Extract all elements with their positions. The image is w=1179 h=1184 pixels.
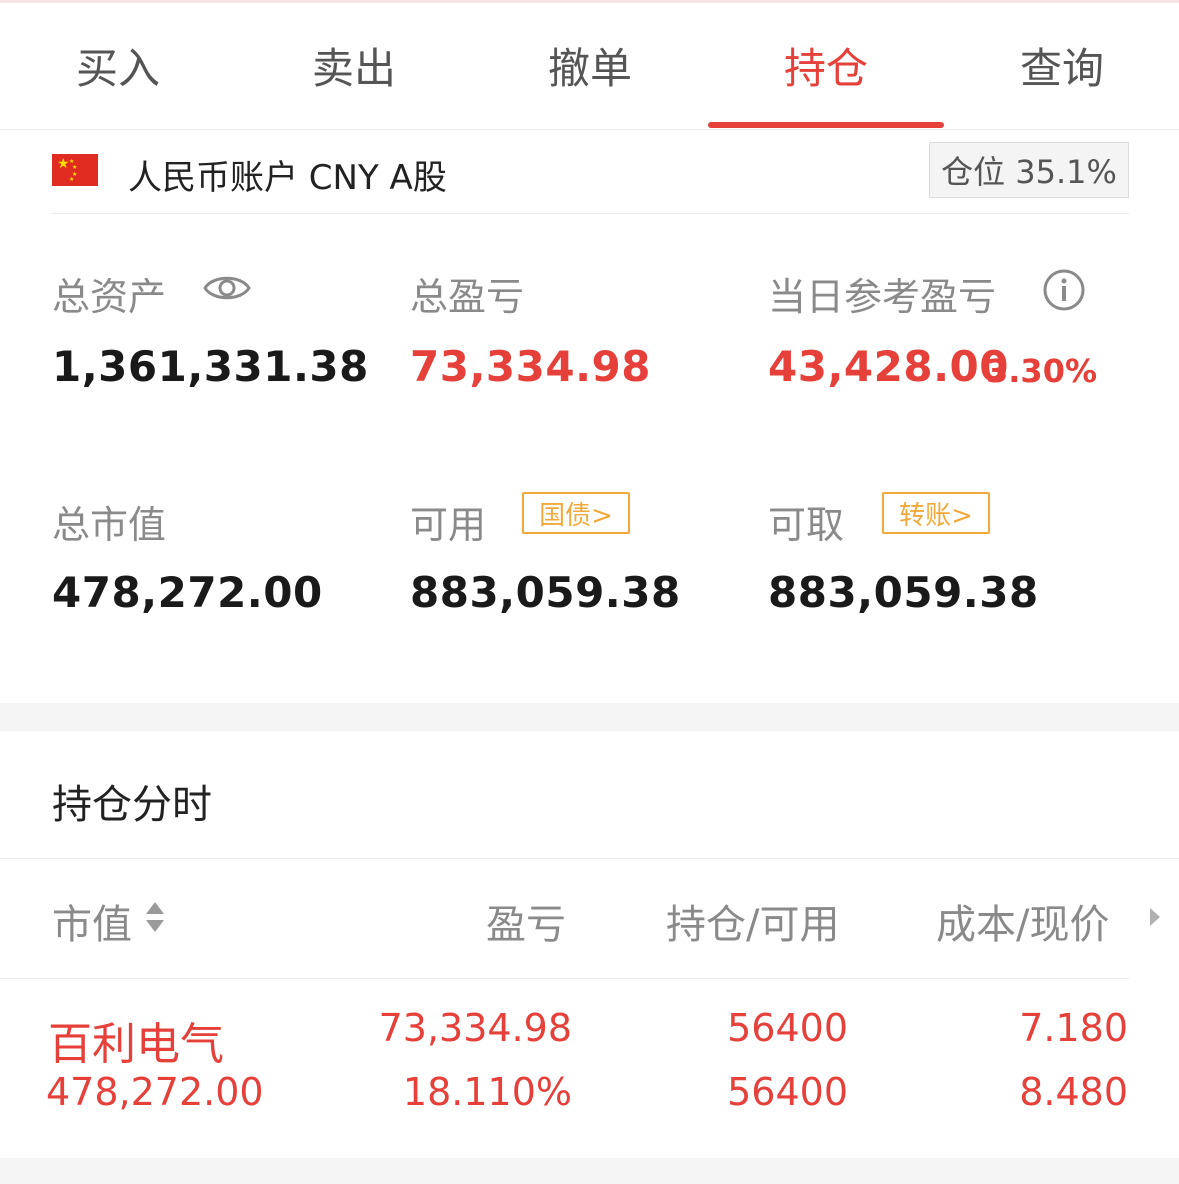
total-assets-label: 总资产 bbox=[52, 275, 167, 319]
info-icon[interactable] bbox=[1042, 268, 1086, 312]
tab-bar: 买入 卖出 撤单 持仓 查询 bbox=[0, 0, 1179, 130]
withdrawable-value: 883,059.38 bbox=[768, 568, 1039, 617]
daily-pnl-value: 43,428.00 bbox=[768, 342, 1009, 391]
chevron-right-icon[interactable] bbox=[1148, 906, 1162, 928]
withdrawable-label: 可取 bbox=[768, 503, 845, 547]
total-assets-value: 1,361,331.38 bbox=[52, 342, 369, 391]
total-pnl-label: 总盈亏 bbox=[410, 275, 525, 319]
stock-market-value: 478,272.00 bbox=[46, 1070, 264, 1114]
china-flag-icon: ★ ★ ★ ★ ★ bbox=[52, 154, 98, 186]
header-pnl: 盈亏 bbox=[486, 902, 566, 948]
section-separator bbox=[0, 703, 1179, 731]
tab-cancel[interactable]: 撤单 bbox=[472, 0, 708, 130]
available-label: 可用 bbox=[410, 503, 487, 547]
bottom-separator bbox=[0, 1158, 1179, 1184]
stock-pnl-percent: 18.110% bbox=[402, 1070, 572, 1114]
stock-position: 56400 bbox=[727, 1006, 848, 1050]
daily-pnl-label: 当日参考盈亏 bbox=[768, 275, 997, 319]
eye-icon[interactable] bbox=[203, 270, 251, 306]
position-ratio-badge: 仓位 35.1% bbox=[929, 142, 1129, 198]
stock-pnl: 73,334.98 bbox=[378, 1006, 572, 1050]
tab-query[interactable]: 查询 bbox=[944, 0, 1179, 130]
stock-cost: 7.180 bbox=[1019, 1006, 1128, 1050]
holdings-title[interactable]: 持仓分时 bbox=[52, 772, 212, 830]
sort-icon[interactable] bbox=[144, 898, 166, 936]
treasury-bond-tag[interactable]: 国债> bbox=[522, 492, 630, 534]
account-label: 人民币账户 CNY A股 bbox=[128, 158, 447, 198]
divider bbox=[0, 978, 1129, 979]
tab-sell[interactable]: 卖出 bbox=[236, 0, 472, 130]
daily-pnl-percent: 3.30% bbox=[986, 352, 1098, 390]
stock-available: 56400 bbox=[727, 1070, 848, 1114]
market-value-label: 总市值 bbox=[52, 503, 167, 547]
header-market-value[interactable]: 市值 bbox=[52, 892, 132, 950]
header-position-available: 持仓/可用 bbox=[666, 902, 840, 948]
tab-positions[interactable]: 持仓 bbox=[708, 0, 944, 130]
divider bbox=[0, 858, 1179, 859]
market-value-value: 478,272.00 bbox=[52, 568, 323, 617]
stock-name: 百利电气 bbox=[48, 1019, 224, 1070]
tab-buy[interactable]: 买入 bbox=[0, 0, 236, 130]
header-cost-price: 成本/现价 bbox=[936, 902, 1110, 948]
account-row[interactable]: ★ ★ ★ ★ ★ 人民币账户 CNY A股 仓位 35.1% bbox=[52, 140, 1129, 214]
active-tab-indicator bbox=[708, 122, 944, 128]
stock-price: 8.480 bbox=[1019, 1070, 1128, 1114]
total-pnl-value: 73,334.98 bbox=[410, 342, 651, 391]
available-value: 883,059.38 bbox=[410, 568, 681, 617]
transfer-tag[interactable]: 转账> bbox=[882, 492, 990, 534]
